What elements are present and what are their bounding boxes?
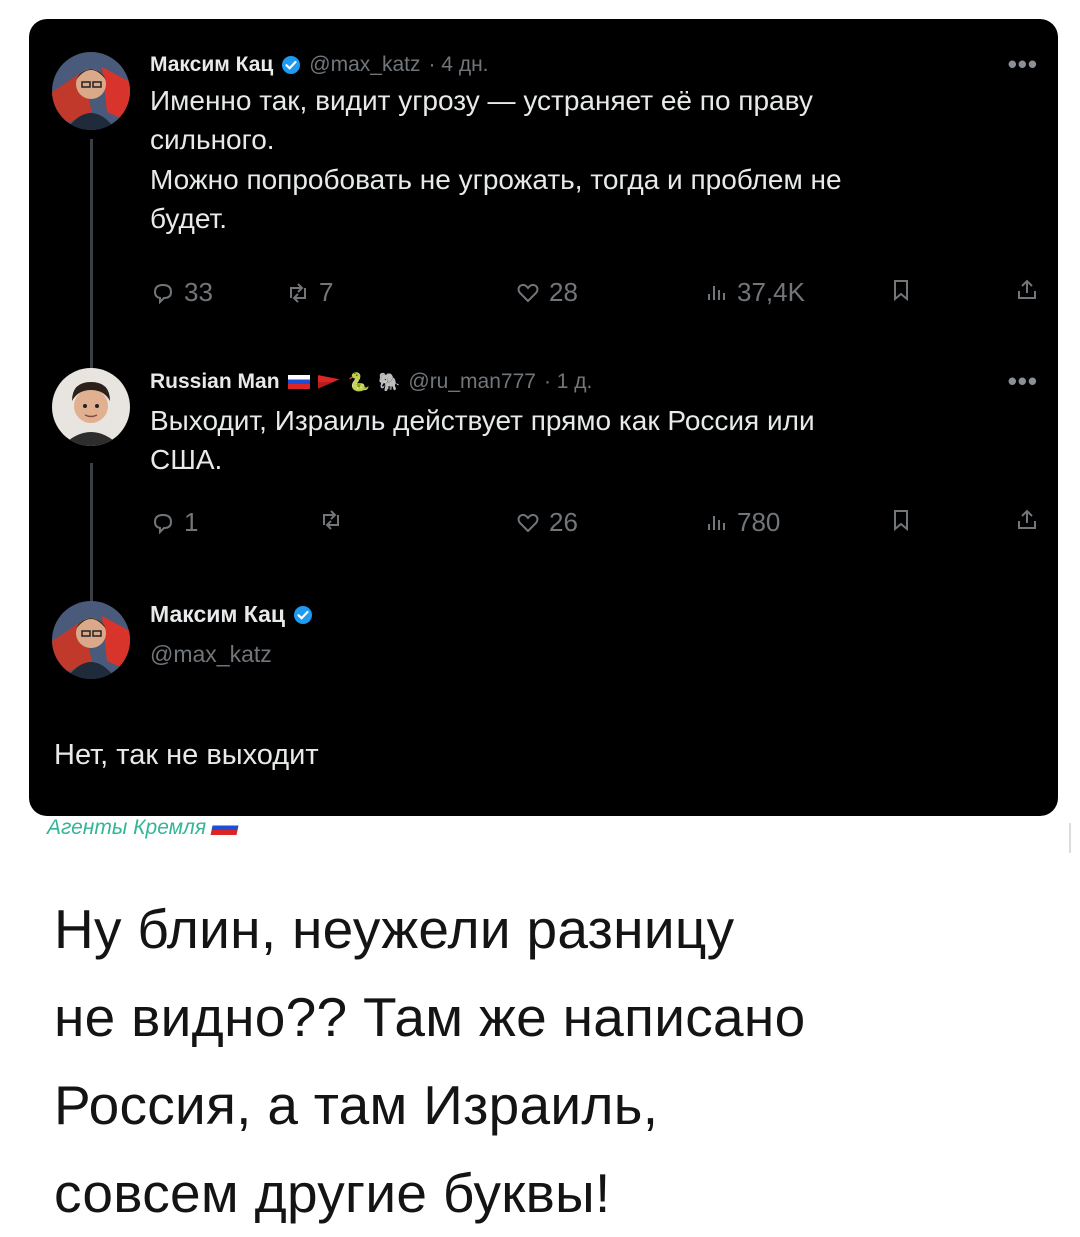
divider — [1069, 823, 1071, 853]
tweet-header: Максим Кац @max_katz · 4 дн. — [150, 53, 489, 77]
verified-badge-icon — [282, 56, 301, 74]
tweet-line: сильного. — [150, 124, 275, 155]
retweet-button[interactable]: 7 — [285, 277, 333, 308]
author-name[interactable]: Russian Man — [150, 370, 280, 394]
reply-icon — [153, 283, 173, 304]
like-count: 26 — [549, 507, 578, 537]
bookmark-button[interactable] — [888, 277, 914, 303]
retweet-icon — [290, 282, 306, 303]
tweet-line: будет. — [150, 203, 227, 234]
views-count: 780 — [737, 507, 781, 537]
more-options-button[interactable]: ••• — [1008, 49, 1038, 80]
russia-flag-icon — [287, 375, 310, 389]
verified-badge-icon — [294, 605, 313, 624]
tweet-line: Выходит, Израиль действует прямо как Рос… — [150, 405, 815, 436]
share-icon — [1018, 509, 1036, 529]
author-handle[interactable]: @max_katz — [309, 53, 420, 77]
avatar[interactable] — [52, 52, 130, 130]
retweet-count: 7 — [319, 277, 334, 307]
reply-count: 33 — [184, 277, 213, 307]
heart-icon — [517, 513, 539, 532]
views-button[interactable]: 780 — [703, 507, 780, 538]
views-count: 37,4K — [737, 277, 805, 307]
tweet-header: Максим Кац — [150, 601, 313, 628]
thread-line — [90, 463, 93, 603]
tweet-line: США. — [150, 444, 223, 475]
reply-button[interactable]: 1 — [150, 507, 198, 538]
views-icon — [708, 285, 725, 300]
avatar[interactable] — [52, 368, 130, 446]
snake-icon: 🐍 — [347, 371, 370, 392]
caption-line: Россия, а там Израиль, — [54, 1074, 659, 1136]
like-button[interactable]: 26 — [515, 507, 578, 538]
heart-icon — [517, 283, 539, 302]
tweet-header: Russian Man 🐍 🐘 @ru_man777 · 1 д. — [150, 370, 592, 394]
post-caption: Ну блин, неужели разницу не видно?? Там … — [54, 885, 1054, 1237]
bookmark-icon — [894, 280, 908, 302]
animal-icon: 🐘 — [377, 371, 401, 392]
tweet-line: Можно попробовать не угрожать, тогда и п… — [150, 164, 842, 195]
share-icon — [1018, 279, 1036, 299]
author-name[interactable]: Максим Кац — [150, 53, 273, 77]
share-button[interactable] — [1014, 507, 1040, 533]
tweet-actions: 1 26 780 — [150, 507, 1040, 547]
russia-flag-icon — [210, 821, 240, 835]
like-button[interactable]: 28 — [515, 277, 578, 308]
reply-button[interactable]: 33 — [150, 277, 213, 308]
caption-line: Ну блин, неужели разницу — [54, 898, 735, 960]
retweet-icon — [323, 510, 339, 530]
reply-icon — [153, 513, 173, 534]
tweet-time[interactable]: · 1 д. — [544, 370, 592, 394]
reply-count: 1 — [184, 507, 199, 537]
tweet-line: Именно так, видит угрозу — устраняет её … — [150, 85, 813, 116]
caption-line: совсем другие буквы! — [54, 1162, 611, 1224]
like-count: 28 — [549, 277, 578, 307]
tweet-thread-screenshot: Максим Кац @max_katz · 4 дн. ••• Именно … — [29, 19, 1058, 816]
author-handle[interactable]: @max_katz — [150, 641, 272, 668]
tweet-time[interactable]: · 4 дн. — [428, 53, 488, 77]
share-button[interactable] — [1014, 277, 1040, 303]
watermark-text: Агенты Кремля — [47, 816, 207, 839]
more-options-button[interactable]: ••• — [1008, 366, 1038, 397]
tweet-actions: 33 7 28 37,4K — [150, 277, 1040, 317]
avatar[interactable] — [52, 601, 130, 679]
bookmark-icon — [894, 510, 908, 532]
tweet-text: Именно так, видит угрозу — устраняет её … — [150, 81, 1030, 238]
views-button[interactable]: 37,4K — [703, 277, 805, 308]
red-flag-icon — [317, 375, 340, 389]
bookmark-button[interactable] — [888, 507, 914, 533]
author-name[interactable]: Максим Кац — [150, 601, 285, 628]
thread-line — [90, 139, 93, 371]
retweet-button[interactable] — [318, 507, 352, 533]
author-handle[interactable]: @ru_man777 — [408, 370, 536, 394]
caption-line: не видно?? Там же написано — [54, 986, 806, 1048]
views-icon — [708, 515, 725, 530]
tweet-text: Выходит, Израиль действует прямо как Рос… — [150, 401, 1030, 479]
tweet-text: Нет, так не выходит — [54, 739, 319, 771]
watermark: Агенты Кремля — [47, 816, 240, 840]
